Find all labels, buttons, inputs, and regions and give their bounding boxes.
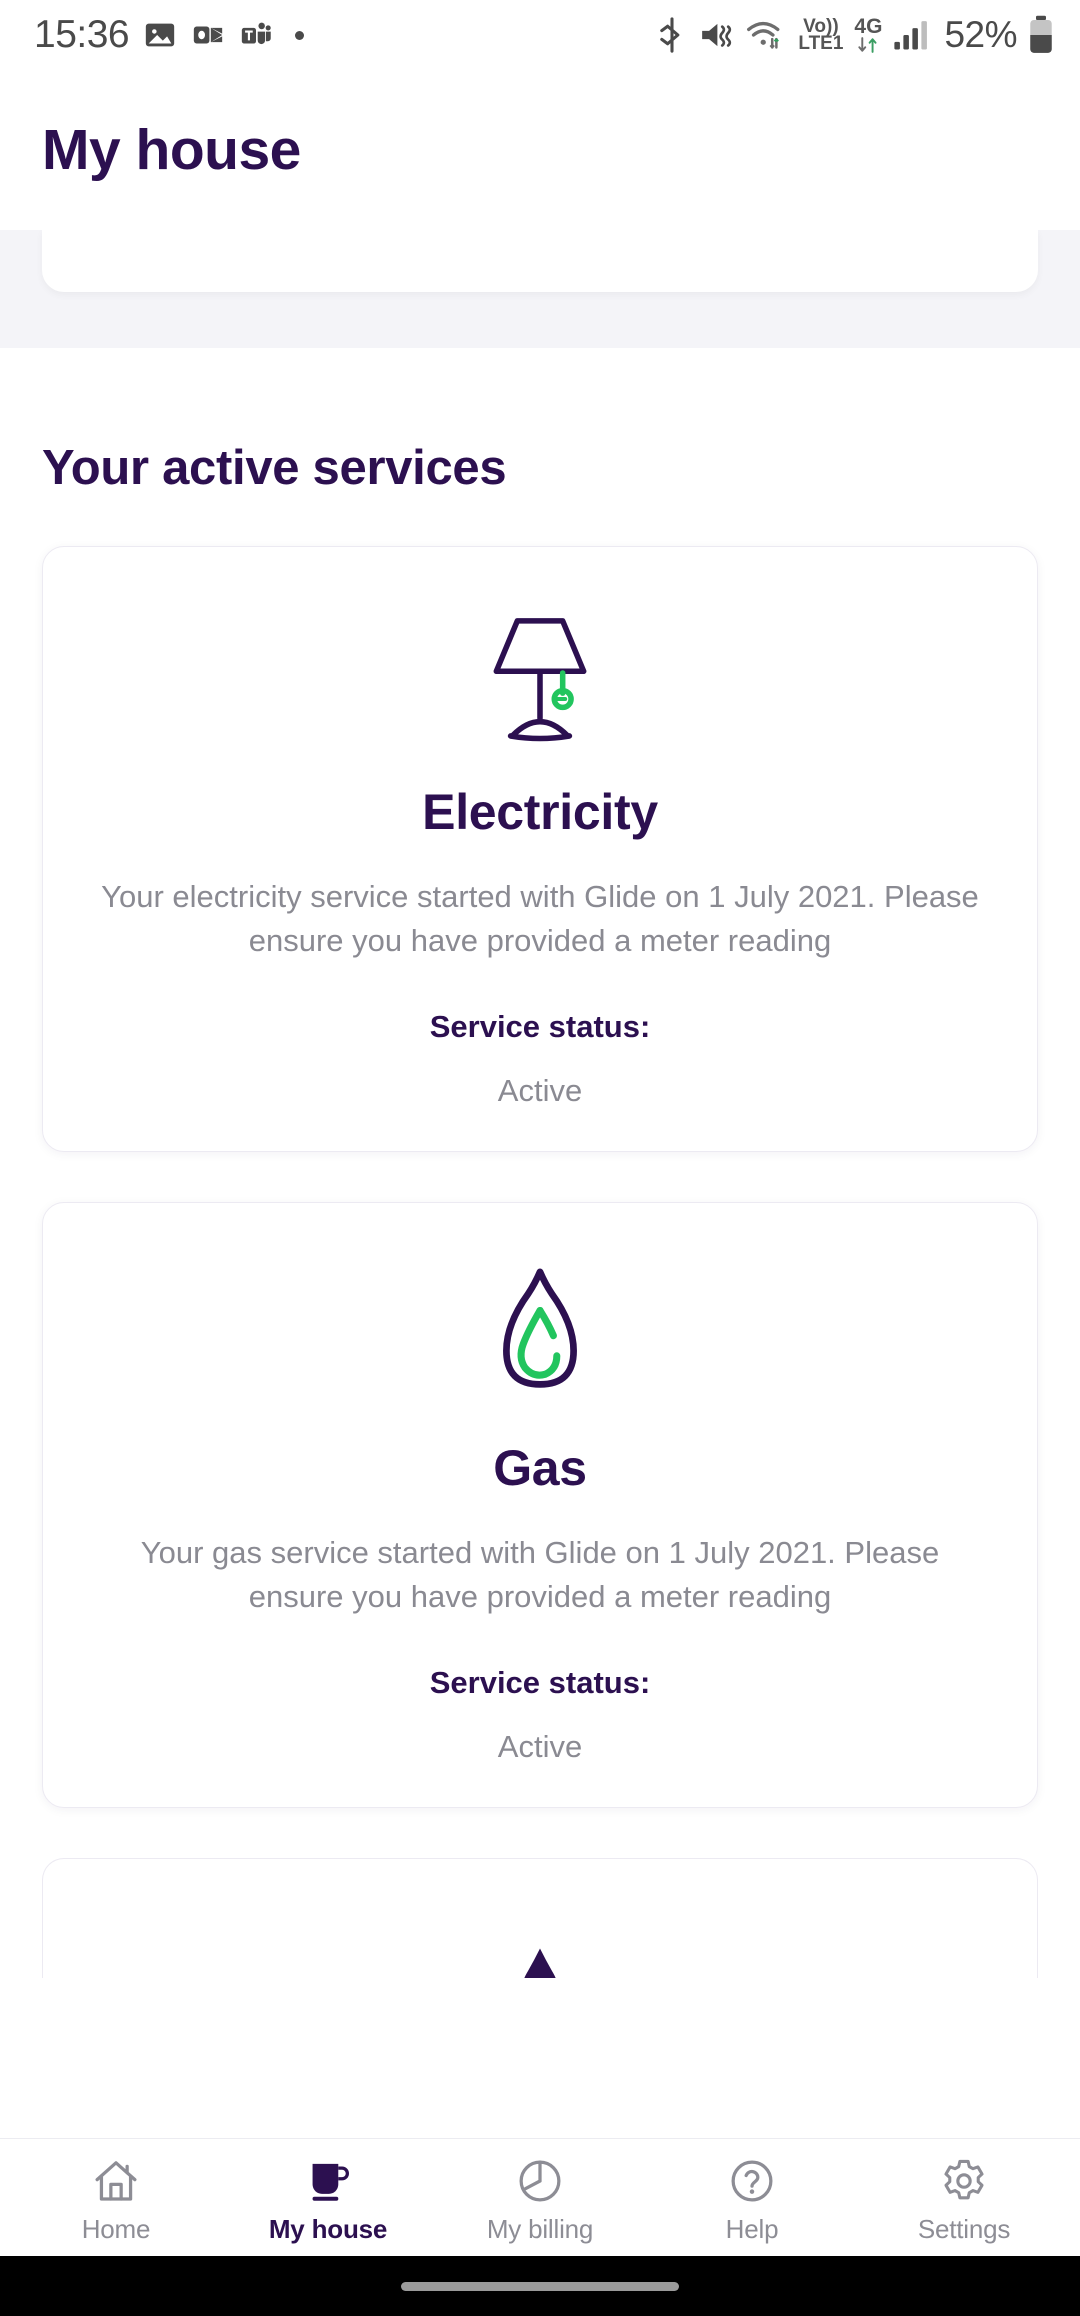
service-description: Your gas service started with Glide on 1… bbox=[140, 1535, 940, 1615]
top-band bbox=[0, 230, 1080, 348]
service-title: Gas bbox=[493, 1440, 587, 1497]
water-drop-flame-icon bbox=[77, 1239, 1003, 1429]
service-status-value: Active bbox=[497, 1073, 583, 1109]
teams-icon bbox=[241, 22, 271, 45]
band-spacer bbox=[0, 292, 1080, 348]
status-bar-right: Vo)) LTE1 4G 52% bbox=[657, 14, 1054, 56]
nav-item-my-billing[interactable]: My billing bbox=[446, 2151, 634, 2245]
nav-item-home[interactable]: Home bbox=[22, 2151, 210, 2245]
wifi-icon bbox=[747, 21, 780, 49]
page-header: My house bbox=[0, 70, 1080, 230]
battery-percent-label: 52% bbox=[944, 14, 1017, 55]
mug-icon bbox=[304, 2151, 352, 2205]
battery-icon bbox=[1030, 15, 1052, 53]
scroll-content[interactable]: Your active services Electricity Your el… bbox=[0, 230, 1080, 2138]
volte-icon: Vo)) LTE1 bbox=[798, 15, 844, 54]
system-gesture-bar bbox=[0, 2256, 1080, 2316]
nav-label: Settings bbox=[917, 2213, 1011, 2244]
app-screen: 15:36 Vo)) LTE1 4G 52% My house Your act… bbox=[0, 0, 1080, 2316]
service-title: Electricity bbox=[422, 784, 658, 840]
page-title: My house bbox=[42, 118, 301, 182]
partial-card-below[interactable] bbox=[42, 1858, 1038, 1979]
nav-item-help[interactable]: Help bbox=[658, 2151, 846, 2245]
pie-chart-icon bbox=[516, 2151, 564, 2205]
mobile-data-icon: 4G bbox=[854, 16, 882, 53]
photos-icon bbox=[145, 23, 175, 47]
notification-dot-icon bbox=[295, 30, 305, 40]
nav-label: Home bbox=[81, 2213, 151, 2244]
nav-item-my-house[interactable]: My house bbox=[234, 2151, 422, 2245]
outlook-icon bbox=[193, 26, 223, 44]
gear-icon bbox=[940, 2151, 988, 2205]
service-card-electricity[interactable]: Electricity Your electricity service sta… bbox=[42, 546, 1038, 1153]
nav-label: My billing bbox=[486, 2213, 594, 2244]
lamp-icon bbox=[77, 583, 1003, 773]
status-bar-left: 15:36 bbox=[34, 13, 305, 57]
house-icon bbox=[92, 2151, 140, 2205]
question-mark-icon bbox=[728, 2151, 776, 2205]
partial-card-above[interactable] bbox=[42, 230, 1038, 292]
bottom-navigation: Home My house My billing Help Settings bbox=[0, 2138, 1080, 2256]
section-title: Your active services bbox=[42, 441, 507, 495]
partial-service-icon bbox=[524, 1948, 556, 1979]
service-status-label: Service status: bbox=[429, 1009, 651, 1045]
nav-label: My house bbox=[268, 2213, 388, 2244]
services-section: Your active services Electricity Your el… bbox=[0, 348, 1080, 1979]
signal-bars-icon bbox=[894, 21, 928, 50]
service-card-gas[interactable]: Gas Your gas service started with Glide … bbox=[42, 1202, 1038, 1809]
status-bar-clock: 15:36 bbox=[34, 13, 130, 56]
bluetooth-icon bbox=[660, 17, 680, 53]
gesture-pill[interactable] bbox=[401, 2281, 679, 2291]
status-bar: 15:36 Vo)) LTE1 4G 52% bbox=[0, 0, 1080, 70]
nav-item-settings[interactable]: Settings bbox=[870, 2151, 1058, 2245]
service-status-value: Active bbox=[497, 1729, 583, 1765]
service-status-label: Service status: bbox=[429, 1665, 651, 1701]
service-description: Your electricity service started with Gl… bbox=[101, 879, 979, 959]
vibrate-mute-icon bbox=[702, 23, 732, 47]
nav-label: Help bbox=[725, 2213, 779, 2244]
